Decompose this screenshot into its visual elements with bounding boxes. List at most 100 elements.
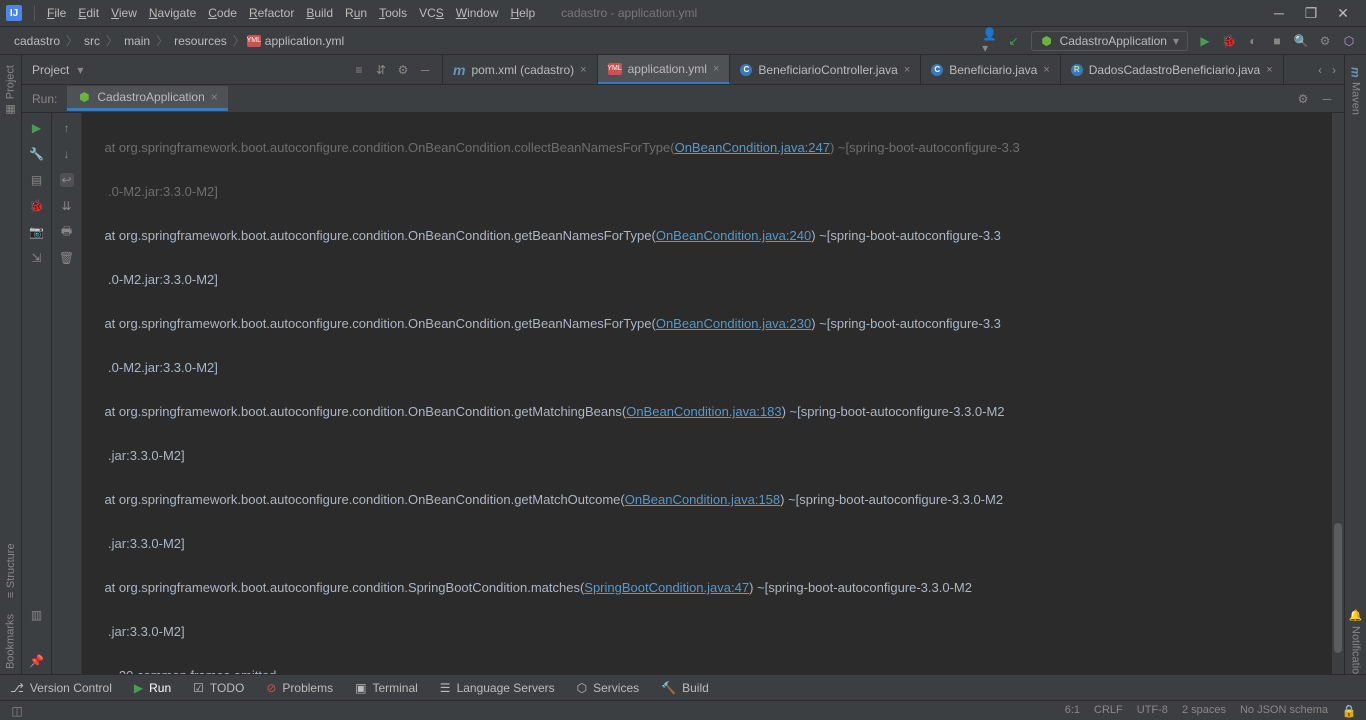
debug-attach-icon[interactable]: 🐞 [30,199,44,213]
tool-todo[interactable]: ☑TODO [193,681,244,695]
minimize-icon[interactable]: ─ [1272,6,1286,20]
close-icon[interactable]: ✕ [1336,6,1350,20]
stack-link[interactable]: SpringBootCondition.java:47 [584,580,749,595]
stop-icon[interactable]: ■ [1270,34,1284,48]
tool-terminal[interactable]: ▣Terminal [355,681,418,695]
maximize-icon[interactable]: ❐ [1304,6,1318,20]
tool-language-servers[interactable]: ☰Language Servers [440,681,555,695]
crumb-file[interactable]: application.yml [261,34,348,48]
soft-wrap-icon[interactable]: ▥ [30,608,44,622]
menu-vcs[interactable]: VCS [415,4,448,22]
camera-icon[interactable]: 📷 [30,225,44,239]
menu-tools[interactable]: Tools [375,4,411,22]
vcs-update-icon[interactable]: ↙ [1007,34,1021,48]
export-icon[interactable]: ⇲ [30,251,44,265]
menu-window[interactable]: Window [452,4,503,22]
pin-icon[interactable]: 📌 [30,654,44,668]
stack-link[interactable]: OnBeanCondition.java:247 [675,140,830,155]
scroll-up-icon[interactable]: ↑ [60,121,74,135]
yml-icon: YML [608,63,622,75]
run-tab-label: CadastroApplication [97,90,204,104]
run-tab[interactable]: ⬢ CadastroApplication × [67,86,227,111]
indent-setting[interactable]: 2 spaces [1182,704,1226,718]
tool-run[interactable]: ▶Run [134,681,171,695]
soft-wrap-toggle-icon[interactable]: ↩ [60,173,74,187]
json-schema[interactable]: No JSON schema [1240,704,1328,718]
crumb-main[interactable]: main [120,34,154,48]
lock-icon[interactable]: 🔒 [1342,704,1356,718]
pane-settings-icon[interactable]: ⚙ [396,63,410,77]
tool-problems[interactable]: ⊘Problems [266,681,333,695]
tab-close-icon[interactable]: × [580,64,586,76]
debug-icon[interactable]: 🐞 [1222,34,1236,48]
menu-navigate[interactable]: Navigate [145,4,200,22]
expand-all-icon[interactable]: ⇵ [374,63,388,77]
scrollbar-thumb[interactable] [1334,523,1342,653]
hide-pane-icon[interactable]: ─ [418,63,432,77]
menu-code[interactable]: Code [204,4,241,22]
right-tool-gutter: mMaven 🔔Notifications [1344,55,1366,700]
tool-windows-icon[interactable]: ◫ [10,704,24,718]
run-hide-icon[interactable]: ─ [1320,92,1334,106]
scroll-to-end-icon[interactable]: ⇊ [60,199,74,213]
tool-services[interactable]: ⬡Services [577,681,640,695]
menu-edit[interactable]: Edit [74,4,103,22]
run-toolbar: ▶ 🔧 ▤ 🐞 📷 ⇲ ▥ 📌 [22,113,52,680]
console-output[interactable]: at org.springframework.boot.autoconfigur… [82,113,1332,680]
stack-link[interactable]: OnBeanCondition.java:183 [626,404,781,419]
tool-build[interactable]: 🔨Build [661,681,709,695]
menu-file[interactable]: File [43,4,70,22]
settings-icon[interactable]: ⚙ [1318,34,1332,48]
file-encoding[interactable]: UTF-8 [1137,704,1168,718]
maven-icon: m [453,62,465,78]
rerun-icon[interactable]: ▶ [30,121,44,135]
titlebar: IJ File Edit View Navigate Code Refactor… [0,0,1366,27]
menu-refactor[interactable]: Refactor [245,4,298,22]
stack-link[interactable]: OnBeanCondition.java:158 [625,492,780,507]
cursor-position[interactable]: 6:1 [1065,704,1080,718]
user-icon[interactable]: 👤▾ [983,34,997,48]
menu-help[interactable]: Help [506,4,539,22]
crumb-project[interactable]: cadastro [10,34,64,48]
search-icon[interactable]: 🔍 [1294,34,1308,48]
tab-close-icon[interactable]: × [1043,64,1049,76]
app-logo: IJ [6,5,22,21]
scroll-down-icon[interactable]: ↓ [60,147,74,161]
tab-application-yml[interactable]: YML application.yml × [598,55,731,84]
tab-close-icon[interactable]: × [904,64,910,76]
stack-link[interactable]: OnBeanCondition.java:240 [656,228,811,243]
tabs-prev-icon[interactable]: ‹ [1318,63,1322,77]
tab-beneficiario[interactable]: C Beneficiario.java × [921,55,1061,84]
clear-icon[interactable]: 🗑 [60,251,74,265]
crumb-resources[interactable]: resources [170,34,231,48]
stop-run-icon[interactable]: 🔧 [30,147,44,161]
tool-maven[interactable]: mMaven [1349,67,1363,115]
tab-close-icon[interactable]: × [713,63,719,75]
tab-pom[interactable]: m pom.xml (cadastro) × [443,55,598,84]
tab-dados-cadastro[interactable]: R DadosCadastroBeneficiario.java × [1061,55,1284,84]
menu-build[interactable]: Build [302,4,337,22]
tool-vcs[interactable]: ⎇Version Control [10,681,112,695]
menu-run[interactable]: Run [341,4,371,22]
tabs-next-icon[interactable]: › [1332,63,1336,77]
stack-link[interactable]: OnBeanCondition.java:230 [656,316,811,331]
run-icon[interactable]: ▶ [1198,34,1212,48]
tool-project[interactable]: ▦Project [4,65,17,116]
run-tab-close-icon[interactable]: × [211,90,218,104]
layout-icon[interactable]: ▤ [30,173,44,187]
ai-icon[interactable]: ⬡ [1342,34,1356,48]
spring-icon: ⬢ [77,90,91,104]
bottom-toolbar: ⎇Version Control ▶Run ☑TODO ⊘Problems ▣T… [0,674,1366,700]
tab-close-icon[interactable]: × [1266,64,1272,76]
coverage-icon[interactable]: ◐ [1246,34,1260,48]
run-config-selector[interactable]: ⬢ CadastroApplication ▾ [1031,31,1188,51]
run-settings-icon[interactable]: ⚙ [1296,92,1310,106]
console-scrollbar[interactable] [1332,113,1344,680]
tool-structure[interactable]: ≡Structure [5,543,17,598]
menu-view[interactable]: View [107,4,141,22]
print-icon[interactable]: 🖶 [60,225,74,239]
select-opened-file-icon[interactable]: ≡ [352,63,366,77]
tab-beneficiario-controller[interactable]: C BeneficiarioController.java × [730,55,921,84]
crumb-src[interactable]: src [80,34,104,48]
line-separator[interactable]: CRLF [1094,704,1123,718]
